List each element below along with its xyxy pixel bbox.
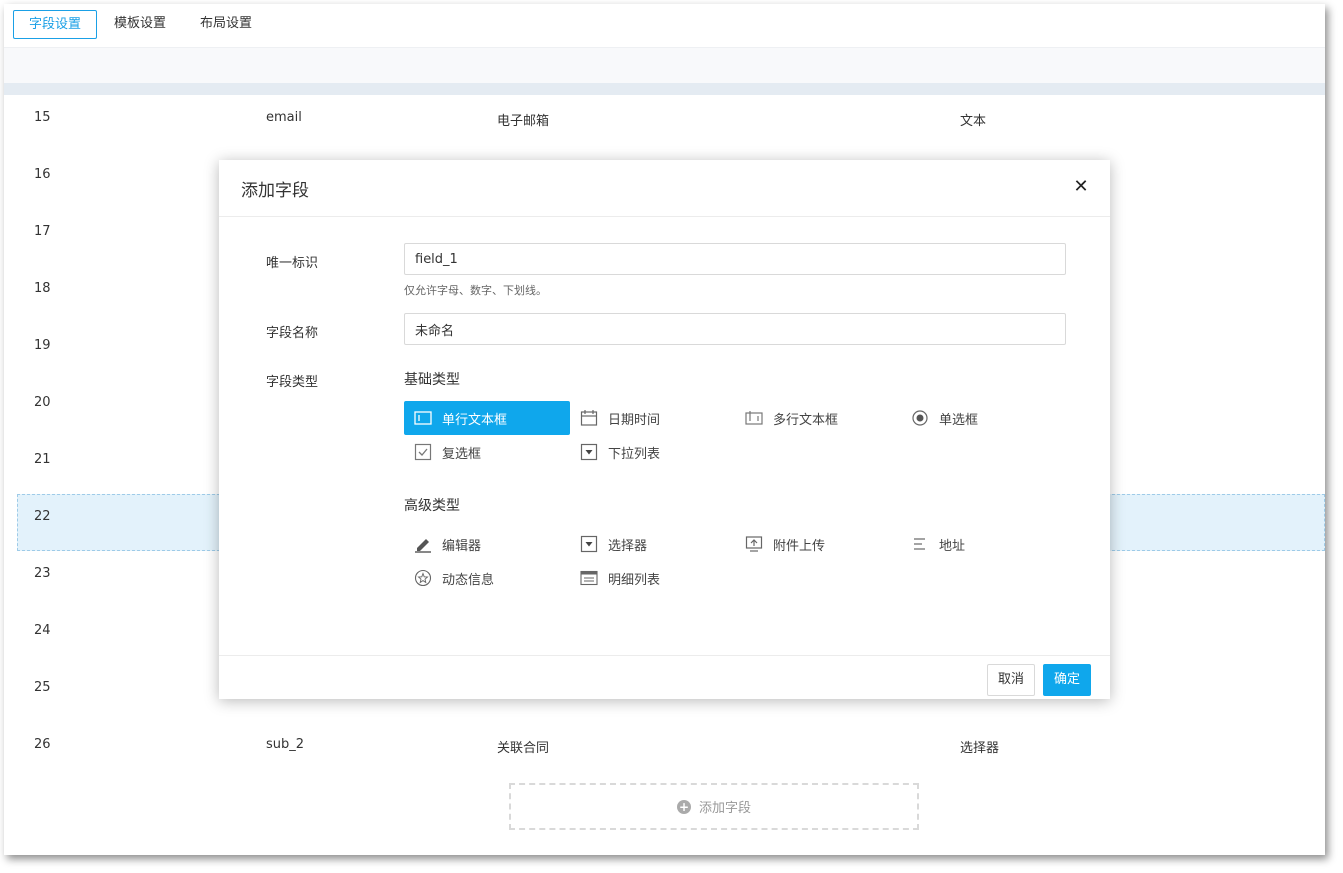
type-single-line-text[interactable]: 单行文本框	[404, 401, 570, 435]
type-label: 地址	[939, 538, 966, 554]
row-type: 文本	[960, 114, 987, 129]
multi-line-text-icon	[745, 409, 763, 427]
type-multi-line-text[interactable]: 多行文本框	[735, 401, 901, 435]
selector-icon	[580, 535, 598, 553]
dialog-footer: 取消 确定	[219, 655, 1110, 699]
row-index: 20	[34, 395, 51, 410]
calendar-icon	[580, 409, 598, 427]
row-index: 21	[34, 452, 51, 467]
type-checkbox[interactable]: 复选框	[404, 435, 570, 469]
dialog-header: 添加字段 ✕	[219, 160, 1110, 217]
type-label: 附件上传	[773, 538, 826, 554]
field-name-input[interactable]	[404, 313, 1066, 345]
type-label: 动态信息	[442, 572, 495, 588]
type-label: 多行文本框	[773, 412, 839, 428]
type-label: 编辑器	[442, 538, 482, 554]
row-index: 26	[34, 737, 51, 752]
row-type: 选择器	[960, 741, 1000, 756]
add-field-dialog: 添加字段 ✕ 唯一标识 仅允许字母、数字、下划线。 字段名称 字段类型 基础类型…	[219, 160, 1110, 699]
detail-list-icon	[580, 569, 598, 587]
unique-id-label: 唯一标识	[266, 256, 319, 271]
type-datetime[interactable]: 日期时间	[570, 401, 736, 435]
type-radio[interactable]: 单选框	[901, 401, 1067, 435]
close-icon[interactable]: ✕	[1070, 176, 1092, 198]
type-label: 复选框	[442, 446, 482, 462]
address-icon	[911, 535, 929, 553]
table-row[interactable]: 15 email 电子邮箱 文本	[4, 95, 1325, 152]
type-detail-list[interactable]: 明细列表	[570, 561, 736, 595]
dropdown-icon	[580, 443, 598, 461]
type-dynamic-info[interactable]: 动态信息	[404, 561, 570, 595]
row-key: email	[266, 110, 302, 125]
confirm-button[interactable]: 确定	[1043, 664, 1092, 696]
radio-icon	[911, 409, 929, 427]
row-index: 18	[34, 281, 51, 296]
type-label: 单行文本框	[442, 412, 508, 428]
row-index: 19	[34, 338, 51, 353]
type-upload[interactable]: 附件上传	[735, 527, 901, 561]
type-label: 日期时间	[608, 412, 661, 428]
unique-id-input[interactable]	[404, 243, 1066, 275]
field-type-label: 字段类型	[266, 375, 319, 390]
row-name: 关联合同	[497, 741, 550, 756]
row-index: 24	[34, 623, 51, 638]
table-row[interactable]: 26 sub_2 关联合同 选择器	[4, 722, 1325, 779]
add-field-button[interactable]: + 添加字段	[509, 783, 919, 830]
upload-icon	[745, 535, 763, 553]
tab-layout-settings[interactable]: 布局设置	[185, 10, 267, 39]
row-index: 22	[34, 509, 51, 524]
tab-bar: 字段设置 模板设置 布局设置	[4, 4, 1325, 48]
type-label: 明细列表	[608, 572, 661, 588]
type-address[interactable]: 地址	[901, 527, 1067, 561]
single-line-text-icon	[414, 409, 432, 427]
row-index: 17	[34, 224, 51, 239]
type-label: 选择器	[608, 538, 648, 554]
cancel-button[interactable]: 取消	[987, 664, 1036, 696]
type-label: 单选框	[939, 412, 979, 428]
plus-circle-icon: +	[676, 799, 691, 814]
dynamic-info-icon	[414, 569, 432, 587]
unique-id-hint: 仅允许字母、数字、下划线。	[404, 284, 547, 297]
tab-template-settings[interactable]: 模板设置	[99, 10, 181, 39]
advanced-types-title: 高级类型	[404, 498, 460, 514]
type-label: 下拉列表	[608, 446, 661, 462]
type-editor[interactable]: 编辑器	[404, 527, 570, 561]
type-dropdown[interactable]: 下拉列表	[570, 435, 736, 469]
tab-field-settings[interactable]: 字段设置	[13, 10, 98, 39]
dialog-title: 添加字段	[241, 181, 309, 201]
table-header-strip	[4, 83, 1325, 95]
editor-icon	[414, 535, 432, 553]
row-name: 电子邮箱	[497, 114, 550, 129]
type-selector[interactable]: 选择器	[570, 527, 736, 561]
row-index: 25	[34, 680, 51, 695]
toolbar-area	[4, 48, 1325, 83]
row-index: 23	[34, 566, 51, 581]
basic-types-title: 基础类型	[404, 372, 460, 388]
field-name-label: 字段名称	[266, 326, 319, 341]
checkbox-icon	[414, 443, 432, 461]
row-key: sub_2	[266, 737, 305, 752]
row-index: 15	[34, 110, 51, 125]
add-field-label: 添加字段	[698, 801, 751, 816]
row-index: 16	[34, 167, 51, 182]
